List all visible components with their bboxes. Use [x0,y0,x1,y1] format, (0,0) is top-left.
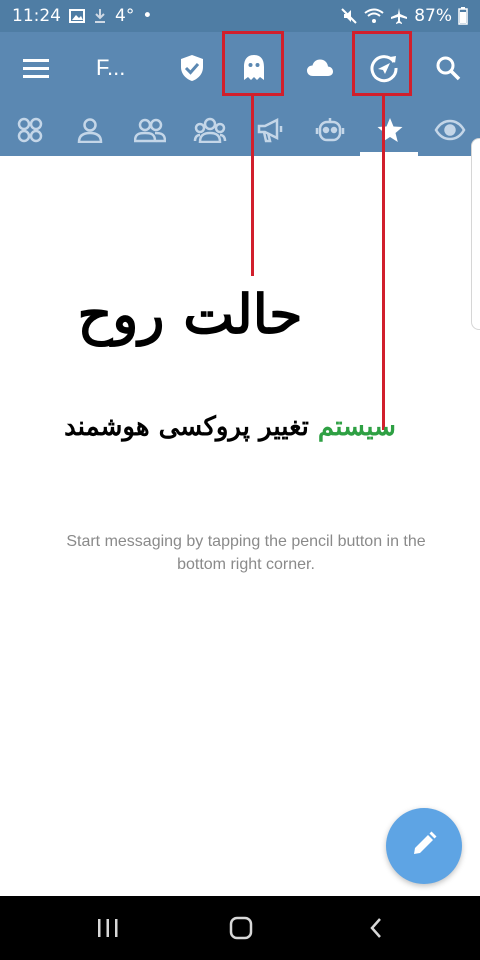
pencil-icon [410,830,438,862]
folder-tabs [0,104,480,156]
app-title: F... [96,55,126,80]
wifi-icon [364,8,384,24]
dot-icon: • [142,6,153,26]
user-icon[interactable] [62,104,118,156]
bot-icon[interactable] [302,104,358,156]
airplane-icon [390,7,408,25]
scroll-edge-panel[interactable] [471,138,480,330]
smart-proxy-label-black: تغییر پروکسی هوشمند [64,412,318,442]
smart-proxy-label-green: سیستم [317,412,396,442]
menu-icon[interactable] [14,32,58,104]
battery-icon [458,7,468,25]
favorites-icon[interactable] [362,104,418,156]
cloud-icon[interactable] [296,32,344,104]
chat-list-area [0,156,480,896]
home-icon[interactable] [201,896,281,960]
shield-check-icon[interactable] [168,32,216,104]
status-bar: 11:24 4° • 87% [0,0,480,32]
unread-icon[interactable] [422,104,478,156]
search-icon[interactable] [424,32,472,104]
proxy-highlight-box [352,31,412,96]
ghost-highlight-box [222,31,284,96]
download-icon [93,8,107,24]
status-time: 11:24 [12,6,61,26]
recent-apps-icon[interactable] [68,896,148,960]
status-battery: 87% [414,6,452,26]
smart-proxy-label: سیستم تغییر پروکسی هوشمند [40,412,420,442]
system-nav-bar [0,896,480,960]
back-icon[interactable] [336,896,416,960]
proxy-pointer-line [382,96,385,430]
image-icon [69,9,85,23]
ghost-pointer-line [251,96,254,276]
contacts-icon[interactable] [122,104,178,156]
compose-button[interactable] [386,808,462,884]
status-notif-count: 4° [115,6,135,26]
empty-state-message: Start messaging by tapping the pencil bu… [66,533,426,573]
mute-icon [340,7,358,25]
ghost-mode-label: حالت روح [77,282,303,346]
groups-icon[interactable] [182,104,238,156]
all-chats-icon[interactable] [2,104,58,156]
